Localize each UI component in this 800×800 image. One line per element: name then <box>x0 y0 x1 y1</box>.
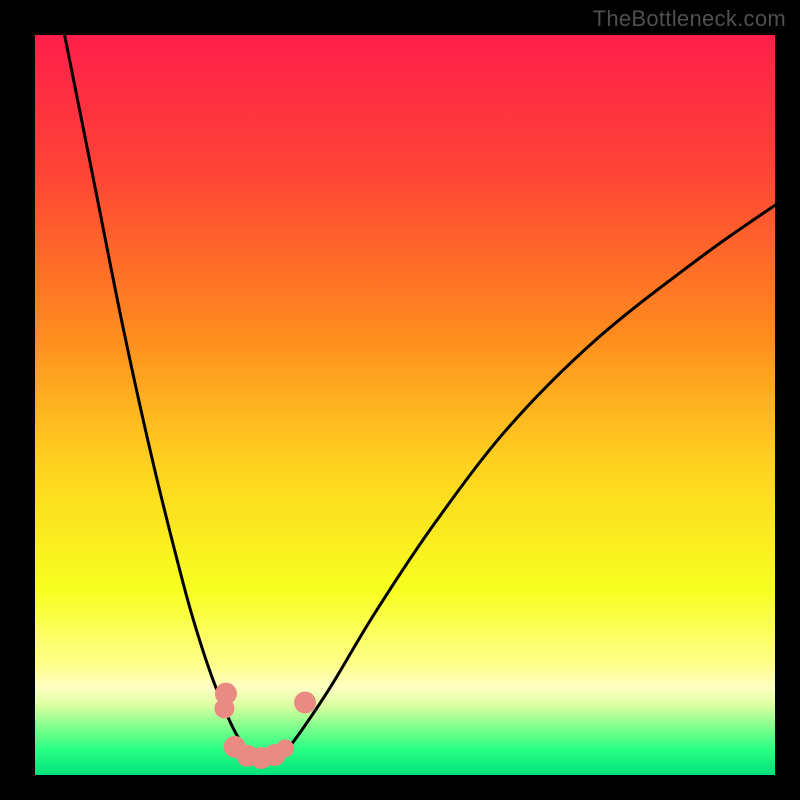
bottleneck-chart <box>0 0 800 800</box>
watermark-text: TheBottleneck.com <box>593 6 786 32</box>
chart-frame: TheBottleneck.com <box>0 0 800 800</box>
highlight-marker <box>276 739 294 757</box>
highlight-marker <box>294 691 316 713</box>
highlight-marker <box>214 698 234 718</box>
plot-background <box>35 35 775 775</box>
